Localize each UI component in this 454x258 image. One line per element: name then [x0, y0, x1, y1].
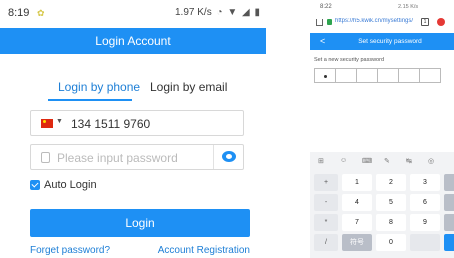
page-title: Login Account	[0, 28, 266, 54]
login-button[interactable]: Login	[30, 209, 250, 237]
pin-box[interactable]	[377, 68, 399, 83]
key-blank[interactable]	[410, 234, 440, 251]
key-0[interactable]: 0	[376, 234, 406, 251]
pin-input[interactable]	[314, 68, 454, 83]
backspace-key[interactable]	[444, 174, 454, 191]
key-1[interactable]: 1	[342, 174, 372, 191]
page-title: Set security password	[358, 38, 422, 45]
signal-icon: ◢	[242, 7, 250, 18]
alarm-icon: ◔	[216, 7, 223, 18]
browser-menu-icon[interactable]	[437, 18, 445, 26]
key-9[interactable]: 9	[410, 214, 440, 231]
login-tabs: Login by phone Login by email	[0, 74, 266, 104]
lock-icon	[41, 152, 50, 163]
key-2[interactable]: 2	[376, 174, 406, 191]
china-flag-icon[interactable]	[41, 119, 53, 128]
leaf-icon: ✿	[37, 8, 45, 18]
page-header: < Set security password	[310, 33, 454, 50]
chevron-down-icon[interactable]: ▼	[56, 118, 63, 125]
auto-login-checkbox[interactable]	[30, 180, 40, 190]
pin-box[interactable]	[398, 68, 420, 83]
url-text[interactable]: https://h5.kwik.cn/mysettings/secu	[335, 18, 413, 24]
key-divide[interactable]: /	[314, 234, 338, 251]
pin-box[interactable]	[314, 68, 336, 83]
key-multiply[interactable]: *	[314, 214, 338, 231]
status-bar: 8:22 2.15 K/s	[310, 0, 454, 14]
key-5[interactable]: 5	[376, 194, 406, 211]
browser-url-bar[interactable]: https://h5.kwik.cn/mysettings/secu 1	[310, 16, 454, 30]
key-7[interactable]: 7	[342, 214, 372, 231]
key-4[interactable]: 4	[342, 194, 372, 211]
pin-box[interactable]	[335, 68, 357, 83]
tab-login-by-phone[interactable]: Login by phone	[58, 80, 140, 94]
status-bar: 8:19 ✿ 1.97 K/s ◔ ▼ ◢ ▮	[0, 0, 266, 28]
key-8[interactable]: 8	[376, 214, 406, 231]
wifi-icon: ▼	[227, 7, 238, 18]
key-symbol[interactable]: 符号	[342, 234, 372, 251]
emoji-icon[interactable]: ☺	[340, 157, 347, 164]
auto-login-label[interactable]: Auto Login	[44, 179, 97, 191]
key-6[interactable]: 6	[410, 194, 440, 211]
login-screen: 8:19 ✿ 1.97 K/s ◔ ▼ ◢ ▮ Login Account Lo…	[0, 0, 266, 258]
key-minus[interactable]: -	[314, 194, 338, 211]
battery-icon: ▮	[254, 7, 260, 18]
key-3[interactable]: 3	[410, 174, 440, 191]
home-icon[interactable]	[316, 19, 323, 26]
key-plus[interactable]: +	[314, 174, 338, 191]
at-key[interactable]	[444, 194, 454, 211]
status-time: 8:19	[8, 7, 30, 19]
pin-box[interactable]	[356, 68, 378, 83]
numeric-keyboard: ⊞ ☺ ⌨ ✎ ↹ ◎ + - * / 1 2 3 4 5 6 7 8 9 符号…	[310, 152, 454, 258]
field-label: Set a new security password	[314, 57, 385, 63]
pin-box[interactable]	[419, 68, 441, 83]
mic-icon[interactable]: ◎	[428, 157, 434, 165]
security-password-screen: 8:22 2.15 K/s https://h5.kwik.cn/mysetti…	[310, 0, 454, 258]
keyboard-icon[interactable]: ⌨	[362, 157, 372, 165]
keyboard-toolbar: ⊞ ☺ ⌨ ✎ ↹ ◎	[310, 152, 454, 170]
cursor-icon[interactable]: ↹	[406, 157, 412, 165]
status-right: 1.97 K/s ◔ ▼ ◢ ▮	[175, 7, 260, 18]
enter-key[interactable]	[444, 234, 454, 251]
space-key[interactable]	[444, 214, 454, 231]
grid-icon[interactable]: ⊞	[318, 157, 324, 165]
net-speed: 2.15 K/s	[398, 4, 419, 10]
active-tab-indicator	[48, 99, 132, 101]
tabs-icon[interactable]: 1	[421, 18, 429, 26]
password-input[interactable]	[57, 149, 207, 167]
eye-icon	[222, 151, 236, 162]
phone-field[interactable]: ▼ 134 1511 9760	[30, 110, 244, 136]
pin-dot	[324, 75, 327, 78]
password-field[interactable]	[30, 144, 244, 170]
show-password-button[interactable]	[213, 145, 243, 169]
secure-lock-icon	[327, 19, 332, 25]
phone-number-value[interactable]: 134 1511 9760	[71, 117, 150, 131]
status-time: 8:22	[320, 4, 332, 10]
tab-login-by-email[interactable]: Login by email	[150, 80, 227, 94]
forgot-password-link[interactable]: Forget password?	[30, 245, 110, 256]
net-speed: 1.97 K/s	[175, 7, 212, 18]
edit-icon[interactable]: ✎	[384, 157, 390, 165]
account-registration-link[interactable]: Account Registration	[158, 245, 250, 256]
